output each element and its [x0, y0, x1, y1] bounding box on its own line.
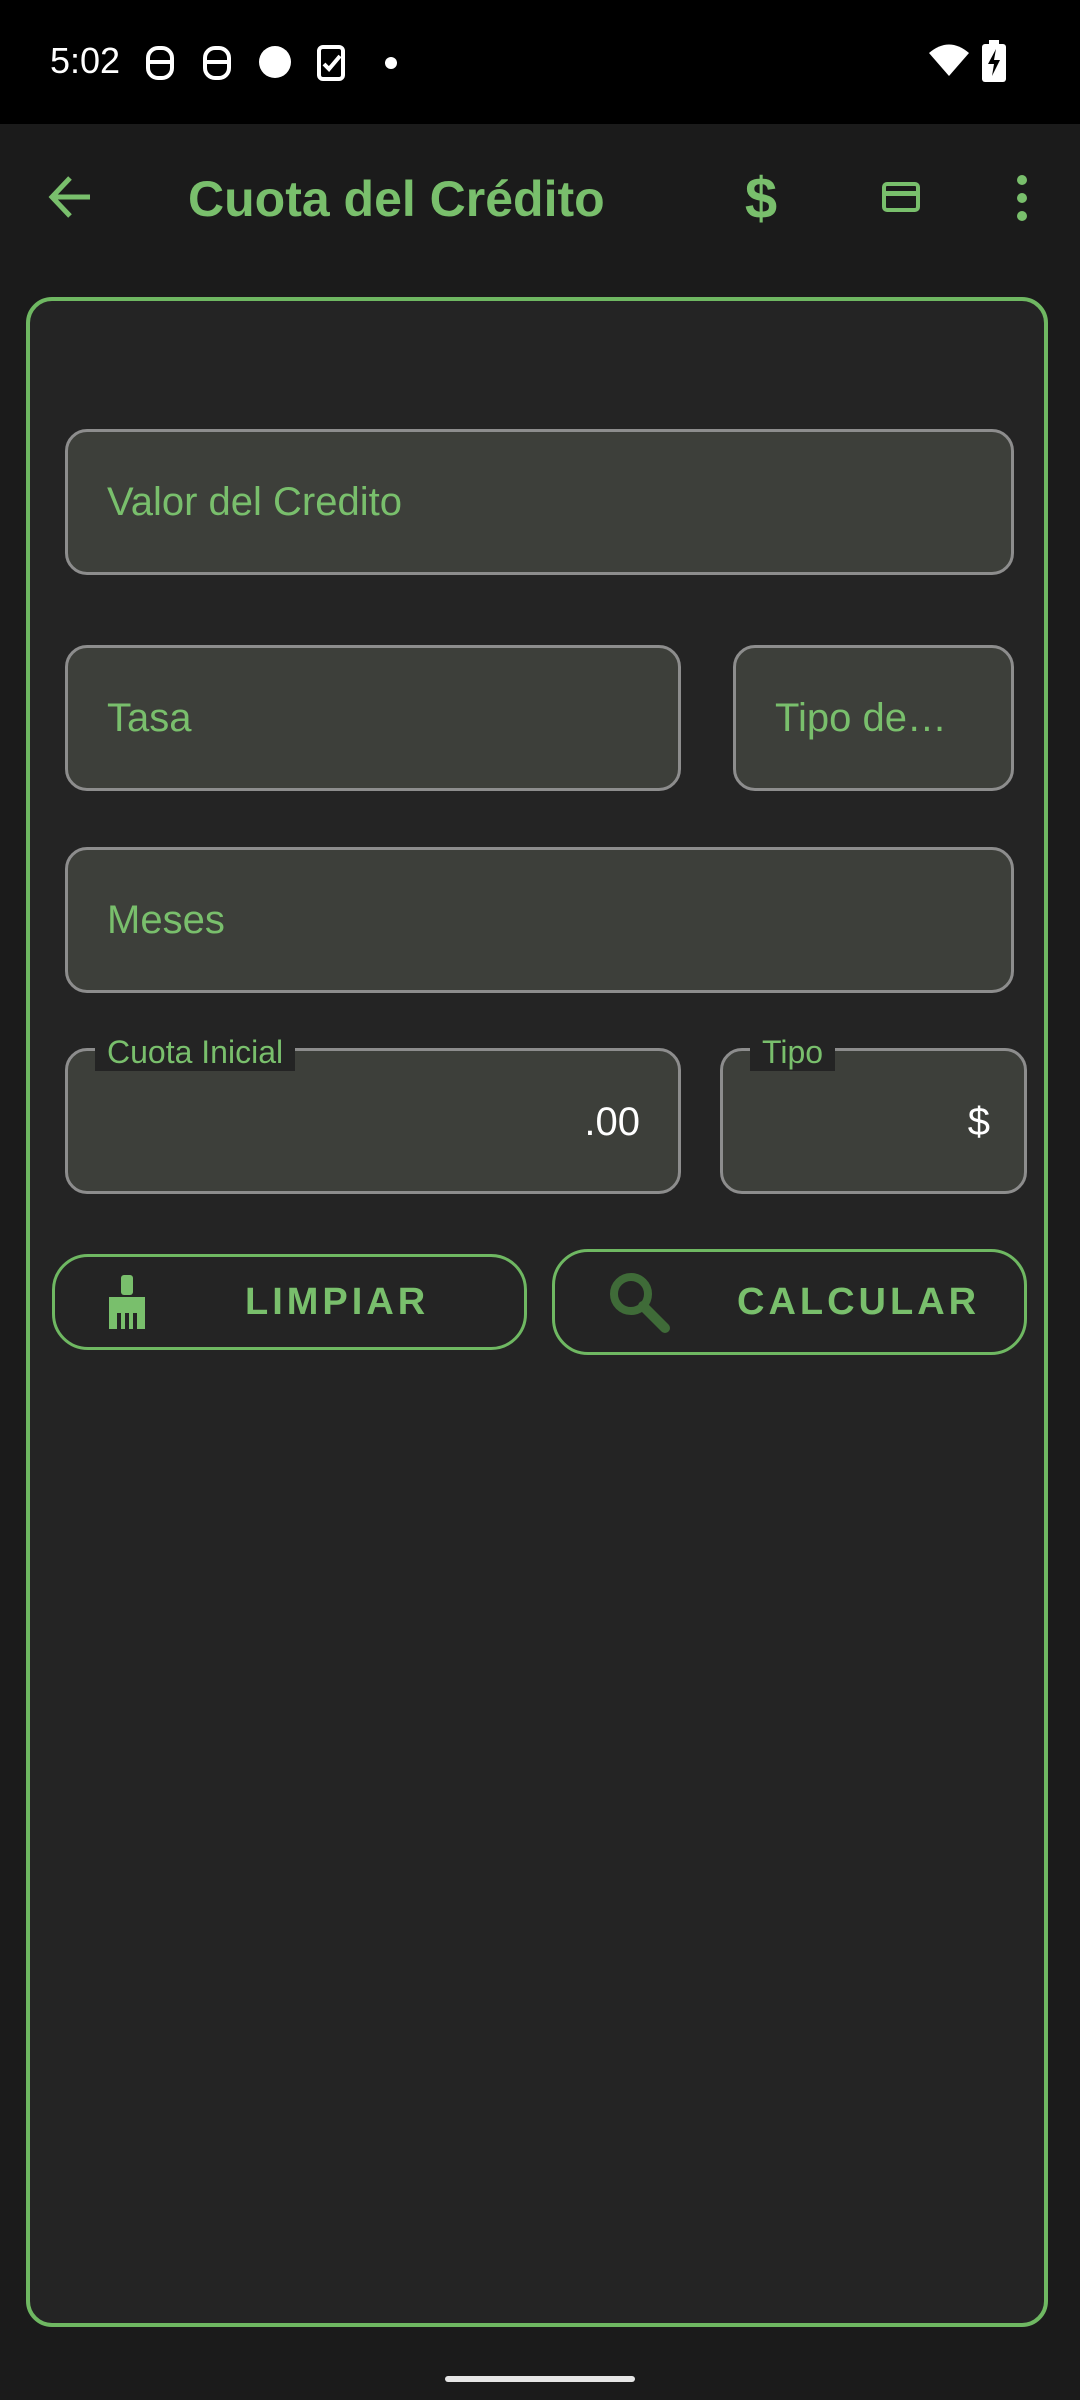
back-arrow-icon[interactable] — [46, 172, 96, 222]
clear-button-label: LIMPIAR — [245, 1280, 430, 1323]
circle-icon — [259, 46, 291, 78]
months-placeholder: Meses — [107, 898, 225, 942]
gesture-nav-bar[interactable] — [445, 2376, 635, 2382]
broom-icon — [109, 1275, 145, 1329]
status-time: 5:02 — [50, 40, 121, 81]
face-icon — [146, 46, 174, 80]
calculate-button-label: CALCULAR — [737, 1280, 981, 1323]
face-icon — [203, 46, 231, 80]
clipboard-check-icon — [317, 45, 345, 81]
credit-value-placeholder: Valor del Credito — [107, 480, 402, 524]
clear-button[interactable]: LIMPIAR — [52, 1254, 527, 1350]
svg-text:$: $ — [745, 168, 777, 228]
initial-payment-label: Cuota Inicial — [95, 1034, 296, 1071]
initial-payment-value: .00 — [584, 1100, 640, 1144]
type-value: $ — [967, 1100, 990, 1144]
battery-charging-icon — [982, 40, 1006, 82]
type-label: Tipo — [750, 1034, 836, 1071]
search-icon — [610, 1273, 670, 1333]
rate-placeholder: Tasa — [107, 696, 192, 740]
dot-icon — [385, 57, 397, 69]
credit-card-icon[interactable] — [882, 182, 920, 212]
calculate-button[interactable]: CALCULAR — [552, 1249, 1027, 1355]
page-title: Cuota del Crédito — [188, 171, 605, 227]
wifi-icon — [929, 44, 969, 76]
more-vert-icon[interactable] — [1012, 172, 1032, 224]
dollar-icon[interactable]: $ — [740, 168, 782, 228]
rate-type-placeholder: Tipo de… — [775, 696, 947, 740]
